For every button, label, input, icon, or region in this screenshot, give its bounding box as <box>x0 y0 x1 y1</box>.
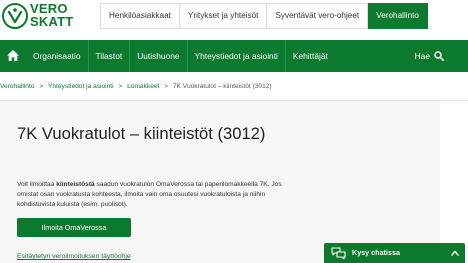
intro-bold-text: kiinteistöstä <box>56 181 95 188</box>
intro-text: Voit ilmoittaa <box>17 181 57 188</box>
tab-yritykset[interactable]: Yritykset ja yhteisöt <box>179 3 268 29</box>
chat-label: Kysy chatissa <box>352 248 400 257</box>
top-bar: VERO SKATT Henkilöasiakkaat Yritykset ja… <box>0 0 468 34</box>
nav-item-kehittajat[interactable]: Kehittäjät <box>286 40 335 72</box>
audience-tabs: Henkilöasiakkaat Yritykset ja yhteisöt S… <box>100 3 428 29</box>
search-icon[interactable] <box>434 51 444 61</box>
chevron-up-icon[interactable] <box>451 250 459 256</box>
breadcrumb: Verohallinto > Yhteystiedot ja asiointi > Lo… <box>0 80 468 94</box>
breadcrumb-current: 7K Vuokratulot – kiinteistöt (3012) <box>172 83 272 90</box>
ilmoita-omaverossa-button[interactable]: Ilmoita OmaVerossa <box>17 218 131 237</box>
intro-paragraph: Voit ilmoittaa kiinteistöstä saadun vuok… <box>17 180 287 211</box>
vero-skatt-logo[interactable]: VERO SKATT <box>2 2 73 32</box>
breadcrumb-item[interactable]: Yhteystiedot ja asiointi <box>48 83 114 90</box>
logo-line-2: SKATT <box>30 14 74 29</box>
home-icon[interactable] <box>7 50 19 61</box>
logo-emblem-icon <box>2 3 28 29</box>
logo-wordmark: VERO SKATT <box>30 2 73 28</box>
nav-item-organisaatio[interactable]: Organisaatio <box>26 40 88 72</box>
nav-item-uutishuone[interactable]: Uutishuone <box>130 40 186 72</box>
nav-items: Organisaatio Tilastot Uutishuone Yhteyst… <box>26 40 335 72</box>
chat-bubbles-icon <box>331 247 346 259</box>
breadcrumb-separator-icon: > <box>164 84 168 90</box>
tab-henkiloasiakkaat[interactable]: Henkilöasiakkaat <box>100 3 180 29</box>
breadcrumb-item[interactable]: Lomakkeet <box>127 83 159 90</box>
main-content: 7K Vuokratulot – kiinteistöt (3012) Voit… <box>0 101 440 263</box>
nav-item-tilastot[interactable]: Tilastot <box>89 40 130 72</box>
breadcrumb-separator-icon: > <box>118 84 123 90</box>
page-title: 7K Vuokratulot – kiinteistöt (3012) <box>17 124 266 143</box>
nav-item-yhteystiedot[interactable]: Yhteystiedot ja asiointi <box>188 40 285 72</box>
breadcrumb-separator-icon: > <box>39 84 43 90</box>
search-button-label[interactable]: Hae <box>415 40 430 72</box>
tab-verohallinto[interactable]: Verohallinto <box>368 3 428 29</box>
tab-vero-ohjeet[interactable]: Syventävät vero-ohjeet <box>267 3 369 29</box>
main-navigation: Organisaatio Tilastot Uutishuone Yhteyst… <box>0 40 468 72</box>
guide-link[interactable]: Esitäytetyn veroilmoituksen täyttöohje <box>17 253 131 260</box>
breadcrumb-item[interactable]: Verohallinto <box>0 83 34 90</box>
chat-widget[interactable]: Kysy chatissa <box>324 243 465 263</box>
